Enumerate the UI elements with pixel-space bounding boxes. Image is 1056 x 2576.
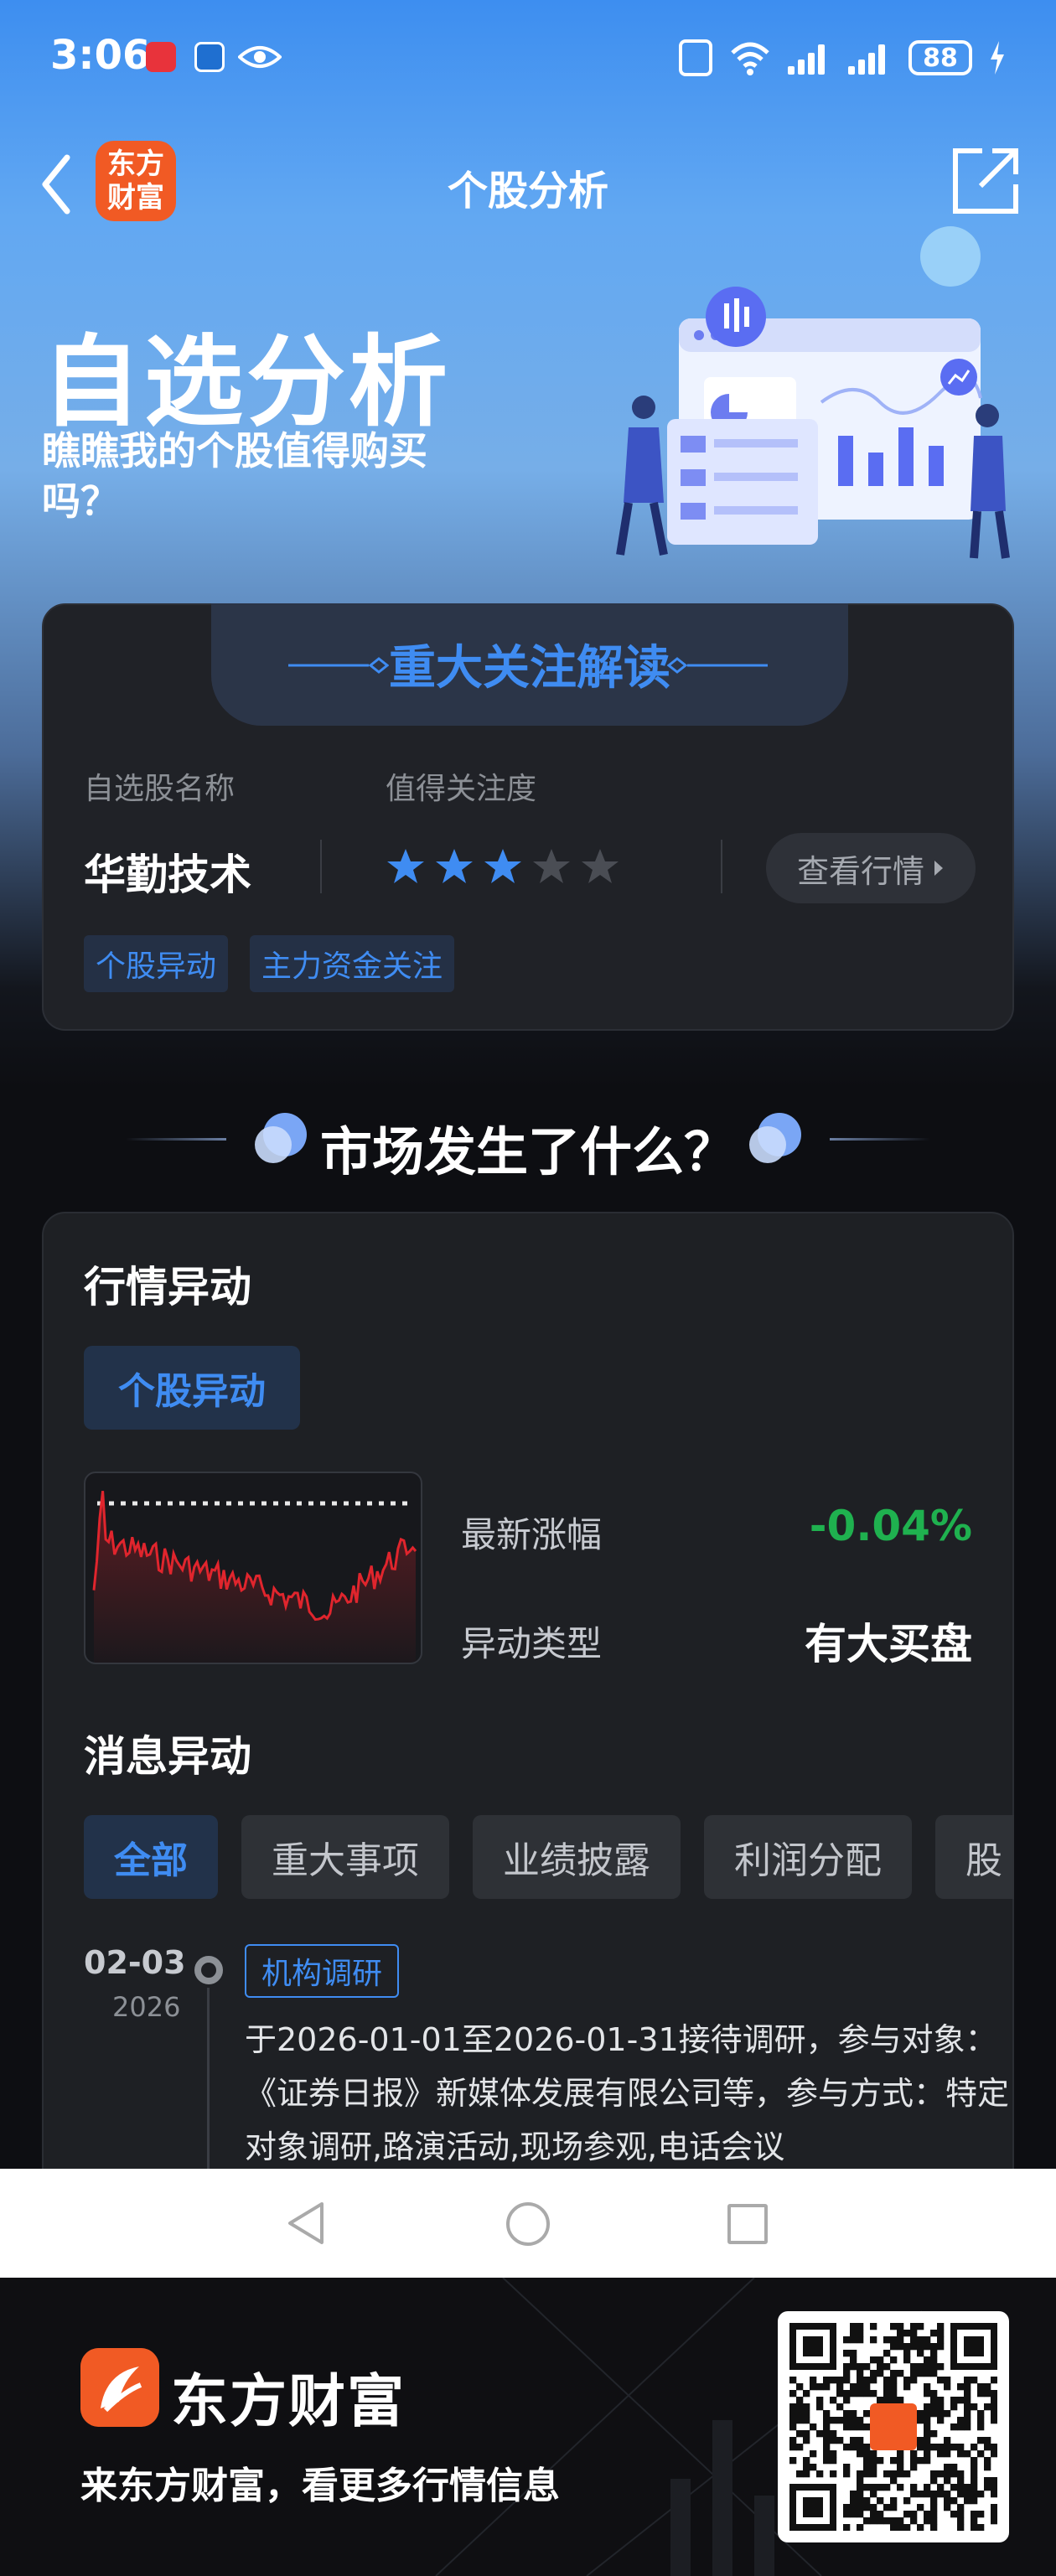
tab-earnings[interactable]: 业绩披露 [473,1815,681,1899]
star-empty-icon [533,849,570,883]
system-back-icon[interactable] [285,2201,327,2246]
notification-app-icon [146,42,176,72]
news-tabs: 全部 重大事项 业绩披露 利润分配 股 [84,1815,1014,1899]
star-filled-icon [387,849,424,883]
star-filled-icon [484,849,521,883]
news-text[interactable]: 于2026-01-01至2026-01-31接待调研，参与对象：《证券日报》新媒… [245,2013,1016,2169]
news-year: 2026 [112,1991,181,2023]
system-nav-bar [0,2169,1056,2278]
page-title: 个股分析 [447,168,608,215]
star-filled-icon [436,849,473,883]
view-quote-label: 查看行情 [796,852,924,890]
focus-card: 重大关注解读 自选股名称 值得关注度 华勤技术 查看行情 个股异动 主力资金关注 [42,603,1014,1031]
qr-code [778,2311,1009,2542]
analysis-illustration [616,226,1010,559]
bubble-icon [749,1113,801,1163]
tag-list: 个股异动 主力资金关注 [84,935,455,992]
caret-right-icon [934,861,943,876]
news-category-tag: 机构调研 [245,1944,400,1998]
signal-icon-2 [848,41,892,75]
focus-card-heading: 重大关注解读 [389,641,670,696]
stock-name: 华勤技术 [84,851,251,899]
attention-label: 值得关注度 [386,772,537,806]
star-empty-icon [582,849,619,883]
system-recents-icon[interactable] [727,2204,768,2244]
share-icon[interactable] [949,144,1022,218]
tab-more[interactable]: 股 [935,1815,1014,1899]
status-time: 3:06 [50,32,151,79]
section-line-right [830,1138,930,1141]
section-title: 市场发生了什么？ [319,1121,736,1182]
status-bar: 3:06 88 [0,25,1056,92]
anomaly-type-value: 有大买盘 [805,1620,972,1668]
nfc-icon [679,39,712,76]
section-header: 市场发生了什么？ [0,1098,1056,1182]
footer-brand-name: 东方财富 [171,2369,406,2435]
charging-icon [991,41,1004,75]
divider [320,840,322,893]
latest-change-label: 最新涨幅 [461,1514,603,1555]
market-heading: 行情异动 [84,1263,251,1311]
timeline-dot [194,1956,223,1984]
notification-app-icon-2 [194,42,225,72]
footer-slogan: 来东方财富，看更多行情信息 [80,2465,560,2507]
eye-icon [238,46,282,68]
tag-stock-anomaly: 个股异动 [84,935,229,992]
signal-icon [788,41,831,75]
wifi-icon [731,42,769,75]
stock-name-label: 自选股名称 [84,772,236,806]
heading-decoration-right [667,657,768,674]
tab-all[interactable]: 全部 [84,1815,218,1899]
divider [721,840,722,893]
attention-rating [386,846,620,887]
footer-banner: 东方财富 来东方财富，看更多行情信息 [0,2278,1056,2576]
app-screen: 3:06 88 东方 财富 个股分析 自选分析 瞧瞧我的个股值得购买吗？ 重大关… [0,0,1056,2169]
latest-change-value: -0.04% [809,1502,972,1550]
stock-anomaly-chip[interactable]: 个股异动 [84,1346,300,1430]
system-home-icon[interactable] [506,2202,550,2246]
hero-subtitle: 瞧瞧我的个股值得购买吗？ [42,428,427,524]
market-card: 行情异动 个股异动 最新涨幅 -0.04% 异动类型 有大买盘 消息异动 全部 … [42,1212,1014,2169]
news-date: 02-03 [84,1944,186,1981]
intraday-chart-svg [92,1491,417,1663]
tab-dividends[interactable]: 利润分配 [704,1815,912,1899]
news-heading: 消息异动 [84,1732,251,1781]
tag-main-fund: 主力资金关注 [250,935,455,992]
timeline-line [207,1988,210,2169]
anomaly-type-label: 异动类型 [461,1623,603,1664]
nav-bar: 东方 财富 个股分析 [0,134,1056,226]
hero-title: 自选分析 [42,324,452,440]
status-icons: 88 [679,37,1006,79]
brand-logo-icon [80,2348,159,2427]
qr-code-pattern [789,2323,998,2532]
tab-major-events[interactable]: 重大事项 [241,1815,449,1899]
view-quote-button[interactable]: 查看行情 [766,833,976,903]
battery-indicator: 88 [908,40,972,75]
intraday-chart [84,1472,422,1664]
